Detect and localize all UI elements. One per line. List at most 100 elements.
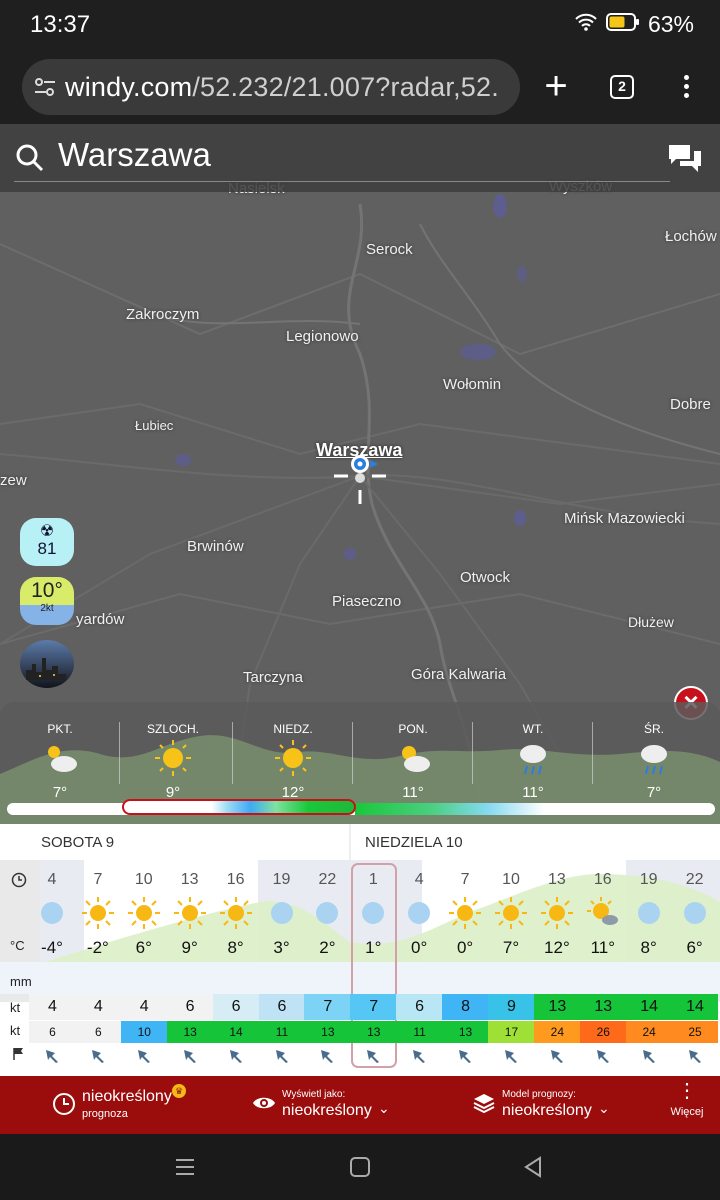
wind-direction-arrow-icon: [549, 1048, 565, 1069]
bottom-toolbar: nieokreślony prognoza ♛ Wyświetl jako: n…: [0, 1076, 720, 1134]
day-card[interactable]: NIEDZ. 12°: [233, 722, 353, 801]
clear-night-icon: [35, 896, 69, 935]
forecast-temp: 8°: [227, 938, 244, 957]
wind-gust-cell: 24: [625, 1021, 673, 1043]
sun-icon: [275, 740, 311, 776]
gust-row-label: kt: [10, 1023, 21, 1038]
day-card[interactable]: WT. 11°: [473, 722, 593, 801]
tab-count-button[interactable]: 2: [610, 75, 634, 99]
wind-direction-arrow-icon: [319, 1048, 335, 1069]
city-label: Brwinów: [187, 538, 244, 555]
sun-icon: [127, 896, 161, 935]
wind-gust-cell: 13: [350, 1021, 398, 1043]
wind-gust-cell: 13: [166, 1021, 214, 1043]
clear-night-icon: [632, 896, 666, 935]
location-crosshair-icon[interactable]: [330, 450, 390, 510]
browser-toolbar: windy.com/52.232/21.007?radar,52. + 2: [0, 50, 720, 124]
day-card[interactable]: ŚR. 7°: [594, 722, 714, 801]
forecast-model-caption: Model prognozy:: [502, 1089, 576, 1100]
wind-speed-cell: 6: [166, 994, 214, 1020]
day-card[interactable]: PON. 11°: [353, 722, 473, 801]
day-header: NIEDZIELA 10: [365, 834, 463, 851]
forecast-temp: 6°: [686, 938, 703, 957]
new-tab-button[interactable]: +: [540, 64, 572, 108]
forecast-hour: 16: [226, 871, 245, 888]
eye-icon: [253, 1097, 275, 1109]
forecast-hour: 19: [272, 871, 291, 888]
radiation-button[interactable]: ☢ 81: [20, 518, 74, 566]
wind-direction-arrow-icon: [136, 1048, 152, 1069]
wind-speed-cell: 4: [120, 994, 168, 1020]
city-label: Wołomin: [443, 376, 502, 393]
forecast-temp: 6°: [135, 938, 152, 957]
wind-gust-cell: 13: [304, 1021, 352, 1043]
webcam-button[interactable]: [20, 640, 74, 688]
temperature-button[interactable]: 10° 2kt: [20, 577, 74, 625]
forecast-hour: 19: [639, 871, 658, 888]
timeline-selection-handle[interactable]: [122, 799, 356, 815]
address-bar[interactable]: windy.com/52.232/21.007?radar,52.: [22, 59, 520, 115]
more-button[interactable]: ⋮ Więcej: [664, 1081, 710, 1118]
sun-icon: [155, 740, 191, 776]
city-label: Zakroczym: [126, 306, 200, 323]
day-card[interactable]: SZLOCH. 9°: [113, 722, 233, 801]
recent-apps-icon[interactable]: [174, 1156, 196, 1178]
forecast-temp: 7°: [502, 938, 520, 957]
wind-direction-arrow-icon: [228, 1048, 244, 1069]
search-bar[interactable]: Warszawa: [0, 124, 720, 192]
system-nav-bar: [0, 1134, 720, 1200]
forecast-type-sub: prognoza: [82, 1108, 128, 1120]
forecast-temp: 9°: [181, 938, 198, 957]
rain-row-label: mm: [10, 974, 32, 989]
wind-direction-arrow-icon: [411, 1048, 427, 1069]
forecast-hour: 22: [685, 871, 704, 888]
chevron-down-icon: ⌄: [378, 1100, 390, 1116]
rain-cloud-icon: [641, 745, 667, 775]
home-icon[interactable]: [349, 1156, 371, 1178]
browser-menu-button[interactable]: [680, 75, 692, 101]
city-label: Dłużew: [628, 614, 674, 630]
forecast-hour: 22: [318, 871, 337, 888]
wind-gust-cell: 17: [488, 1021, 535, 1043]
wind-direction-arrow-icon: [595, 1048, 611, 1069]
chat-icon[interactable]: [666, 142, 704, 178]
display-as-caption: Wyświetl jako:: [282, 1089, 346, 1100]
forecast-hour: 1: [368, 871, 378, 888]
day-card[interactable]: PKT. 7°: [0, 722, 120, 801]
battery-icon: [605, 11, 640, 38]
city-label: zew: [0, 472, 27, 489]
radiation-icon: ☢: [39, 523, 55, 540]
clear-night-icon: [265, 896, 299, 935]
search-input[interactable]: Warszawa: [58, 136, 211, 174]
wind-speed-cell: 14: [625, 994, 673, 1020]
site-settings-icon[interactable]: [34, 77, 56, 102]
forecast-type-label: nieokreślony: [82, 1088, 172, 1105]
forecast-temp: 2°: [319, 938, 336, 957]
forecast-hour: 7: [460, 871, 470, 888]
forecast-hour: 13: [180, 871, 199, 888]
forecast-hour: 13: [547, 871, 566, 888]
city-label: Legionowo: [286, 328, 359, 345]
partly-cloudy-icon: [48, 746, 77, 772]
forecast-temp: 0°: [411, 938, 428, 957]
day-header: SOBOTA 9: [41, 834, 115, 851]
search-icon[interactable]: [15, 143, 45, 173]
wind-speed-cell: 13: [533, 994, 581, 1020]
sun-icon: [494, 896, 528, 935]
sun-icon: [448, 896, 482, 935]
hourly-forecast-table[interactable]: SOBOTA 9 NIEDZIELA 10 °C mm kt kt 4 -4° 4 6…: [0, 824, 720, 1076]
temperature-row-label: °C: [10, 938, 25, 953]
sun-icon: [81, 896, 115, 935]
wind-speed-cell: 7: [304, 994, 352, 1020]
wind-direction-arrow-icon: [90, 1048, 106, 1069]
wind-gust-cell: 24: [533, 1021, 581, 1043]
forecast-temp: 12°: [544, 938, 570, 957]
back-icon[interactable]: [522, 1156, 544, 1178]
wind-row-label: kt: [10, 1000, 21, 1015]
layers-icon: [473, 1094, 495, 1114]
clock-icon: [11, 872, 27, 888]
wind-speed-cell: 4: [29, 994, 76, 1020]
wind-value: 2kt: [40, 603, 54, 614]
rain-cloud-icon: [520, 745, 546, 775]
clear-night-icon: [402, 896, 436, 935]
